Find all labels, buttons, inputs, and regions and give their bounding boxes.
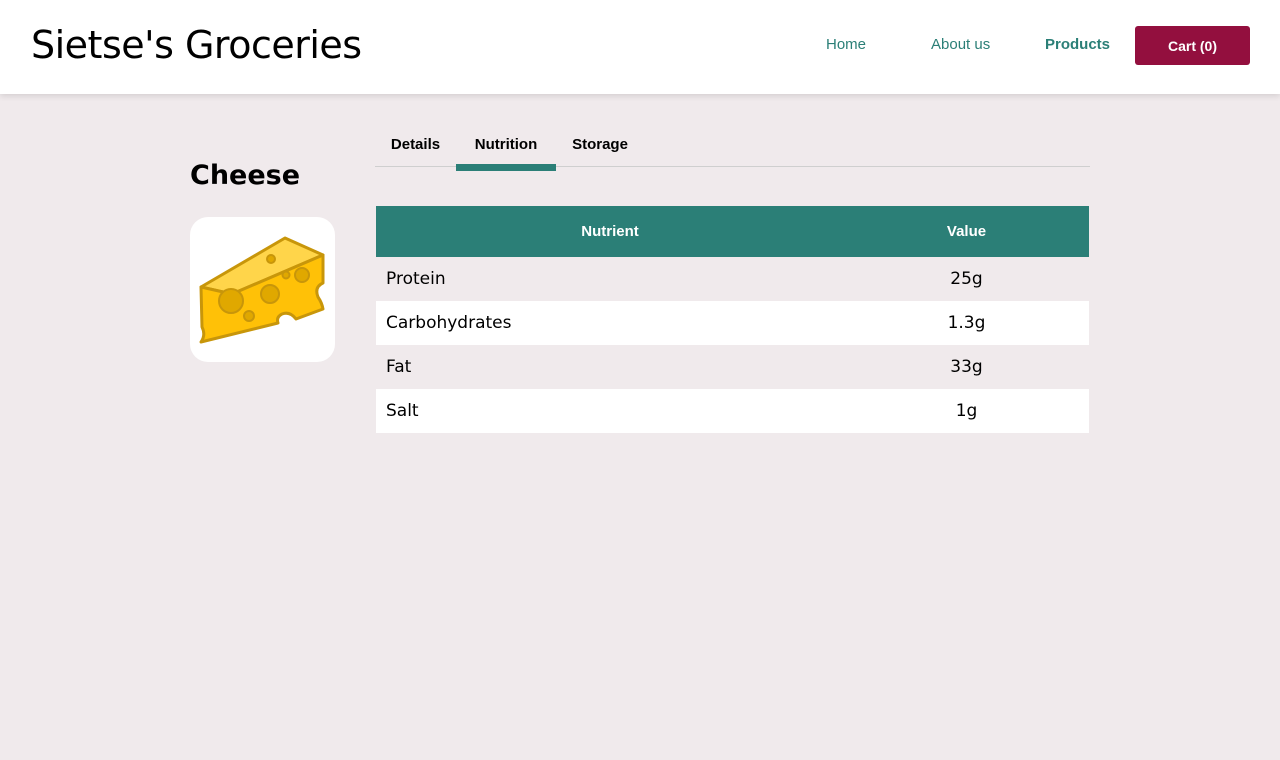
- table-header-row: Nutrient Value: [376, 206, 1089, 257]
- nav-products-link[interactable]: Products: [1045, 36, 1110, 53]
- nutrient-value: 33g: [844, 345, 1089, 389]
- site-brand[interactable]: Sietse's Groceries: [31, 23, 362, 67]
- nutrient-name: Salt: [376, 389, 844, 433]
- column-header-value: Value: [844, 206, 1089, 257]
- nutrient-name: Protein: [376, 257, 844, 301]
- table-row: Salt 1g: [376, 389, 1089, 433]
- tab-storage[interactable]: Storage: [556, 126, 644, 164]
- table-row: Fat 33g: [376, 345, 1089, 389]
- table-row: Protein 25g: [376, 257, 1089, 301]
- cart-button[interactable]: Cart (0): [1135, 26, 1250, 65]
- site-header: Sietse's Groceries Home About us Product…: [0, 0, 1280, 94]
- product-image: [190, 217, 335, 362]
- nav-about-link[interactable]: About us: [931, 36, 990, 53]
- nutrient-value: 1.3g: [844, 301, 1089, 345]
- tab-nutrition[interactable]: Nutrition: [456, 126, 556, 164]
- nutrient-value: 25g: [844, 257, 1089, 301]
- cheese-icon: [199, 236, 325, 344]
- column-header-nutrient: Nutrient: [376, 206, 844, 257]
- nutrition-table: Nutrient Value Protein 25g Carbohydrates…: [376, 206, 1089, 433]
- nutrient-name: Fat: [376, 345, 844, 389]
- table-row: Carbohydrates 1.3g: [376, 301, 1089, 345]
- active-tab-indicator: [456, 164, 556, 171]
- product-title: Cheese: [190, 160, 301, 191]
- nutrient-value: 1g: [844, 389, 1089, 433]
- nutrient-name: Carbohydrates: [376, 301, 844, 345]
- product-tabs: Details Nutrition Storage: [375, 126, 1090, 171]
- tab-details[interactable]: Details: [375, 126, 456, 164]
- nav-home-link[interactable]: Home: [826, 36, 866, 53]
